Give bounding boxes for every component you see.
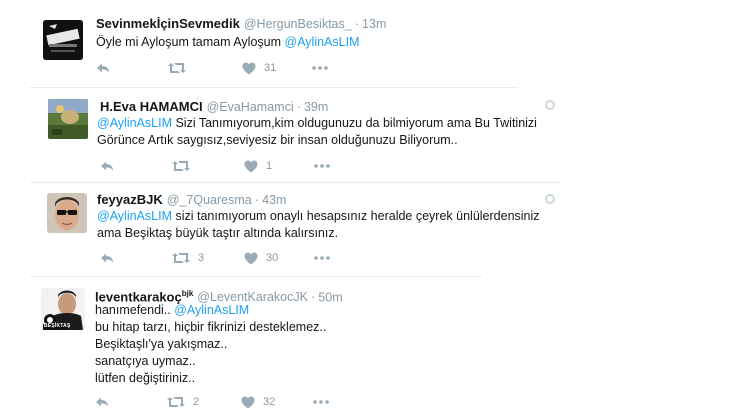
mention-link[interactable]: @AylinAsLIM [97,116,172,130]
text-line: Öyle mi Ayloşum tamam Ayloşum @AylinAsLI… [96,34,359,51]
heart-icon [244,160,258,172]
gear-icon[interactable] [545,194,555,204]
more-dots-icon [313,400,329,404]
text-line: lütfen değiştiriniz.. [95,370,326,387]
text-fragment: Görünce Artık saygısız,seviyesiz bir ins… [97,133,458,147]
retweet-icon [172,161,190,171]
text-fragment: sizi tanımıyorum onaylı hesapsınız heral… [171,209,540,223]
tweet-actions: 3 30 [100,250,360,266]
more-button[interactable] [312,60,328,76]
like-button[interactable]: 32 [241,394,275,410]
more-dots-icon [314,256,330,260]
timestamp[interactable]: 39m [304,100,328,114]
heart-icon [241,396,255,408]
heart-icon [242,62,256,74]
separator-dot: · [296,99,301,114]
text-line: sanatçıya uymaz.. [95,353,326,370]
like-button[interactable]: 31 [242,60,276,76]
text-line: hanımefendi.. @AylinAsLIM [95,302,326,319]
divider [30,276,482,277]
avatar[interactable] [47,193,87,233]
text-fragment: Öyle mi Ayloşum tamam Ayloşum [96,35,285,49]
text-fragment: sanatçıya uymaz.. [95,354,196,368]
like-button[interactable]: 1 [244,158,272,174]
text-line: @AylinAsLIM Sizi Tanımıyorum,kim oldugun… [97,115,537,132]
display-name[interactable]: H.Eva HAMAMCI [100,99,203,114]
separator-dot: · [354,16,360,31]
reply-button[interactable] [96,60,110,76]
tweet-text: @AylinAsLIM Sizi Tanımıyorum,kim oldugun… [97,115,537,149]
reply-button[interactable] [100,250,114,266]
tweet-actions: 31 [96,60,356,76]
retweet-button[interactable] [168,60,194,76]
retweet-button[interactable] [172,158,198,174]
mention-link[interactable]: @AylinAsLIM [97,209,172,223]
more-button[interactable] [313,394,329,410]
more-dots-icon [314,164,330,168]
tweet-text: hanımefendi.. @AylinAsLIM bu hitap tarzı… [95,302,326,387]
reply-icon [101,161,113,171]
retweet-button[interactable]: 3 [172,250,204,266]
text-line: Görünce Artık saygısız,seviyesiz bir ins… [97,132,537,149]
avatar[interactable] [43,20,83,60]
tweet-text: Öyle mi Ayloşum tamam Ayloşum @AylinAsLI… [96,34,359,51]
text-line: Beşiktaşlı'ya yakışmaz.. [95,336,326,353]
name-superscript: bjk [181,289,194,298]
timestamp[interactable]: 43m [262,193,286,207]
like-count: 32 [263,396,276,408]
heart-icon [244,252,258,264]
retweet-icon [167,397,185,407]
text-fragment: lütfen değiştiriniz.. [95,371,196,385]
user-handle[interactable]: @EvaHamamci [207,100,294,114]
more-button[interactable] [314,250,330,266]
text-fragment: Sizi Tanımıyorum,kim oldugunuzu da bilmi… [171,116,537,130]
reply-icon [97,63,109,73]
text-line: ama Beşiktaş büyük taştır altında kalırs… [97,225,540,242]
like-count: 1 [266,160,273,172]
mention-link[interactable]: @AylinAsLIM [285,35,360,49]
retweet-icon [168,63,186,73]
text-line: bu hitap tarzı, hiçbir fikrinizi destekl… [95,319,326,336]
mention-link[interactable]: @AylinAsLIM [174,303,249,317]
like-count: 30 [266,252,279,264]
retweet-count: 2 [193,396,200,408]
like-button[interactable]: 30 [244,250,278,266]
text-line: @AylinAsLIM sizi tanımıyorum onaylı hesa… [97,208,540,225]
text-fragment: bu hitap tarzı, hiçbir fikrinizi destekl… [95,320,327,334]
text-fragment: hanımefendi.. [95,303,175,317]
reply-icon [96,397,108,407]
more-dots-icon [312,66,328,70]
separator-dot: · [254,192,260,207]
avatar[interactable]: BEŞİKTAŞ [41,288,85,330]
gear-icon[interactable] [545,100,555,110]
text-fragment: Beşiktaşlı'ya yakışmaz.. [95,337,228,351]
like-count: 31 [264,62,277,74]
more-button[interactable] [314,158,330,174]
reply-button[interactable] [95,394,109,410]
tweet-actions: 2 32 [95,394,355,410]
divider [30,182,560,183]
reply-button[interactable] [100,158,114,174]
tweet-actions: 1 [100,158,360,174]
retweet-icon [172,253,190,263]
retweet-count: 3 [198,252,205,264]
timestamp[interactable]: 13m [362,17,386,31]
avatar-badge-text: BEŞİKTAŞ [44,323,71,329]
reply-icon [101,253,113,263]
user-handle[interactable]: @HergunBesiktas_ [244,17,352,31]
user-handle[interactable]: @_7Quaresma [167,193,252,207]
text-fragment: ama Beşiktaş büyük taştır altında kalırs… [97,226,339,240]
divider [30,87,518,88]
avatar[interactable] [48,99,88,139]
display-name[interactable]: feyyazBJK [97,192,163,207]
display-name[interactable]: SevinmekİçinSevmedik [96,16,240,31]
retweet-button[interactable]: 2 [167,394,199,410]
tweet-text: @AylinAsLIM sizi tanımıyorum onaylı hesa… [97,208,540,242]
